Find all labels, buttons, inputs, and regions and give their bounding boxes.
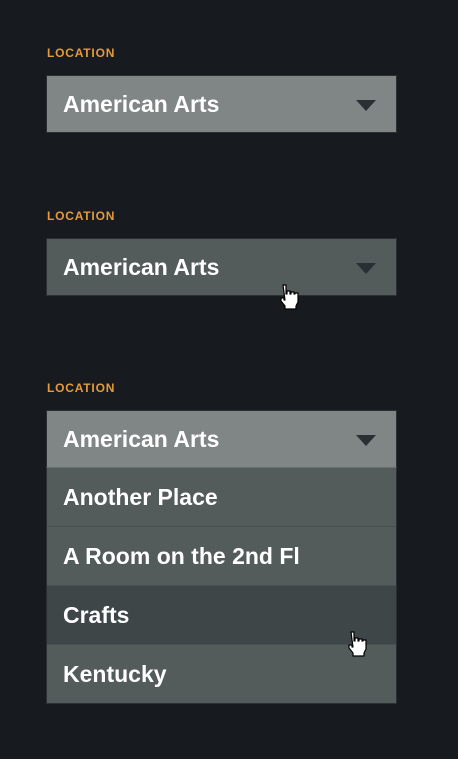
dropdown-option[interactable]: Another Place (47, 468, 396, 527)
location-select-open[interactable]: American Arts (46, 410, 397, 468)
dropdown-options: Another Place A Room on the 2nd Fl Craft… (46, 468, 397, 704)
dropdown-option[interactable]: Kentucky (47, 645, 396, 703)
select-value: American Arts (63, 254, 220, 280)
location-label: LOCATION (47, 381, 116, 395)
location-select-hover[interactable]: American Arts (46, 238, 397, 296)
select-value: American Arts (63, 426, 220, 452)
location-label: LOCATION (47, 209, 116, 223)
hand-pointer-icon (348, 631, 367, 657)
location-label: LOCATION (47, 46, 116, 60)
location-select-default[interactable]: American Arts (46, 75, 397, 133)
dropdown-option[interactable]: A Room on the 2nd Fl (47, 527, 396, 586)
chevron-down-icon (356, 263, 376, 274)
dropdown-option-highlighted[interactable]: Crafts (47, 586, 396, 645)
chevron-down-icon (356, 100, 376, 111)
hand-pointer-icon (280, 284, 299, 310)
select-value: American Arts (63, 91, 220, 117)
chevron-down-icon (356, 435, 376, 446)
